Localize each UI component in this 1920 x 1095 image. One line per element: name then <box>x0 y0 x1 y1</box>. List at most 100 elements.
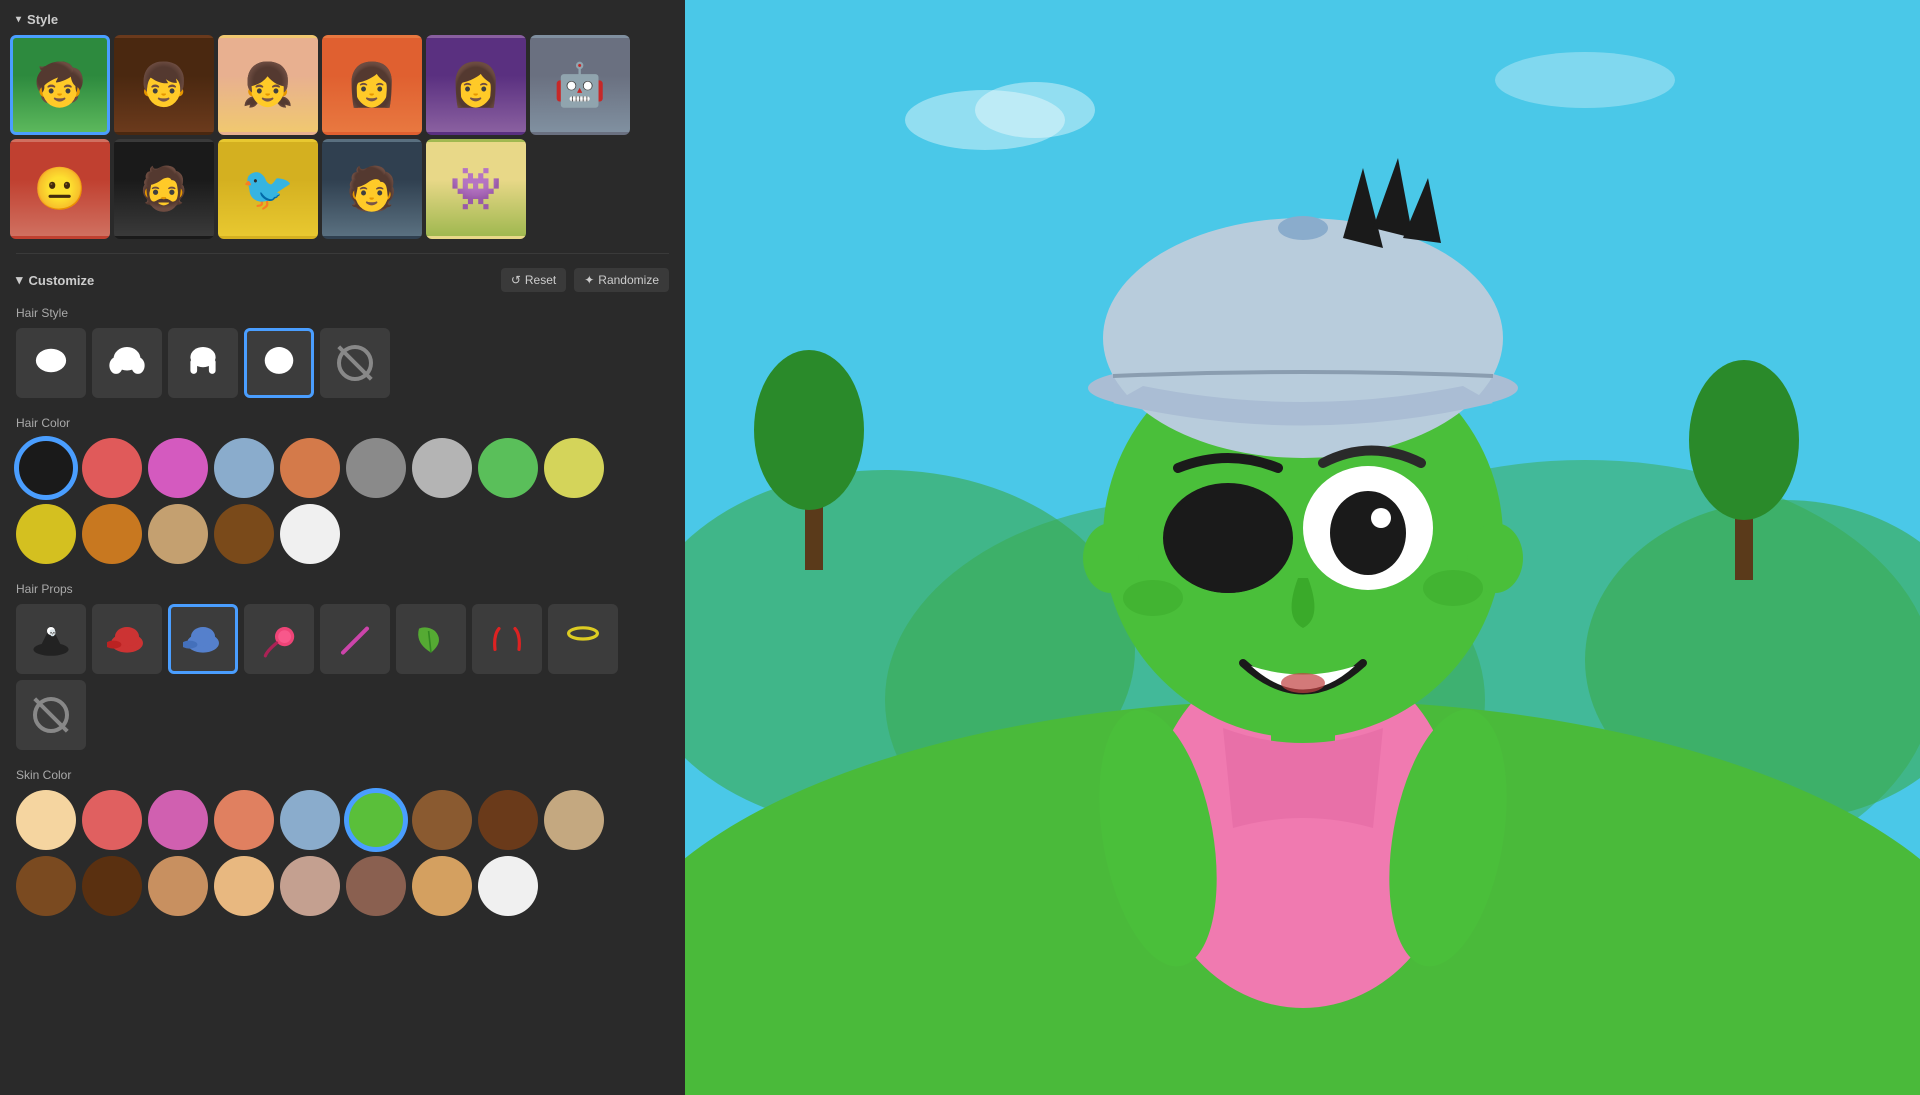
skin-color-14[interactable] <box>280 856 340 916</box>
character-grid: 🧒👦👧👩👩🤖😐🧔🐦🧑👾 <box>0 35 685 249</box>
skin-color-6[interactable] <box>346 790 406 850</box>
hair-color-1[interactable] <box>16 438 76 498</box>
char-thumb-9[interactable]: 🐦 <box>218 139 318 239</box>
style-chevron[interactable]: ▾ <box>16 14 21 25</box>
hair-props-label: Hair Props <box>16 582 669 596</box>
skin-color-12[interactable] <box>148 856 208 916</box>
hair-style-3[interactable] <box>168 328 238 398</box>
char-emoji-5: 👩 <box>429 38 523 132</box>
hair-prop-9[interactable] <box>16 680 86 750</box>
hair-color-section: Hair Color <box>0 410 685 576</box>
hair-style-section: Hair Style <box>0 300 685 410</box>
skin-color-17[interactable] <box>478 856 538 916</box>
char-emoji-8: 🧔 <box>117 142 211 236</box>
reset-button[interactable]: ↺ Reset <box>501 268 566 292</box>
toolbar-buttons: ↺ Reset ✦ Randomize <box>501 268 669 292</box>
style-section-header: ▾ Style <box>0 0 685 35</box>
skin-color-3[interactable] <box>148 790 208 850</box>
skin-color-label: Skin Color <box>16 768 669 782</box>
char-thumb-8[interactable]: 🧔 <box>114 139 214 239</box>
char-thumb-10[interactable]: 🧑 <box>322 139 422 239</box>
hair-color-label: Hair Color <box>16 416 669 430</box>
skin-color-11[interactable] <box>82 856 142 916</box>
hair-color-8[interactable] <box>478 438 538 498</box>
skin-color-4[interactable] <box>214 790 274 850</box>
hair-color-grid <box>16 438 669 564</box>
hair-style-label: Hair Style <box>16 306 669 320</box>
hair-color-13[interactable] <box>214 504 274 564</box>
hair-style-4[interactable] <box>244 328 314 398</box>
customize-chevron[interactable]: ▾ <box>16 272 23 288</box>
left-panel: ▾ Style 🧒👦👧👩👩🤖😐🧔🐦🧑👾 ▾ Customize ↺ Reset … <box>0 0 685 1095</box>
skin-color-10[interactable] <box>16 856 76 916</box>
skin-color-9[interactable] <box>544 790 604 850</box>
hair-color-9[interactable] <box>544 438 604 498</box>
reset-icon: ↺ <box>511 273 521 287</box>
char-emoji-6: 🤖 <box>533 38 627 132</box>
char-thumb-2[interactable]: 👦 <box>114 35 214 135</box>
hair-prop-8[interactable] <box>548 604 618 674</box>
hair-style-5[interactable] <box>320 328 390 398</box>
hair-prop-6[interactable] <box>396 604 466 674</box>
right-panel <box>685 0 1920 1095</box>
hair-prop-4[interactable] <box>244 604 314 674</box>
char-thumb-4[interactable]: 👩 <box>322 35 422 135</box>
hair-prop-3[interactable] <box>168 604 238 674</box>
hair-color-4[interactable] <box>214 438 274 498</box>
hair-style-grid <box>16 328 669 398</box>
hair-prop-1[interactable]: 💀 <box>16 604 86 674</box>
hair-prop-5[interactable] <box>320 604 390 674</box>
hair-prop-2[interactable] <box>92 604 162 674</box>
randomize-icon: ✦ <box>584 273 594 287</box>
hair-prop-7[interactable] <box>472 604 542 674</box>
hair-color-5[interactable] <box>280 438 340 498</box>
customize-title: ▾ Customize <box>16 272 94 288</box>
randomize-button[interactable]: ✦ Randomize <box>574 268 669 292</box>
hair-color-3[interactable] <box>148 438 208 498</box>
char-thumb-1[interactable]: 🧒 <box>10 35 110 135</box>
char-emoji-7: 😐 <box>13 142 107 236</box>
hair-props-section: Hair Props 💀 <box>0 576 685 762</box>
hair-style-2[interactable] <box>92 328 162 398</box>
hair-color-7[interactable] <box>412 438 472 498</box>
customize-label: Customize <box>29 273 95 288</box>
hair-props-grid: 💀 <box>16 604 669 750</box>
char-thumb-11[interactable]: 👾 <box>426 139 526 239</box>
hair-color-10[interactable] <box>16 504 76 564</box>
skin-color-5[interactable] <box>280 790 340 850</box>
char-emoji-1: 🧒 <box>13 38 107 132</box>
hair-color-11[interactable] <box>82 504 142 564</box>
divider-1 <box>16 253 669 254</box>
hair-color-6[interactable] <box>346 438 406 498</box>
skin-color-section: Skin Color <box>0 762 685 928</box>
char-thumb-6[interactable]: 🤖 <box>530 35 630 135</box>
skin-color-8[interactable] <box>478 790 538 850</box>
hair-color-2[interactable] <box>82 438 142 498</box>
char-emoji-10: 🧑 <box>325 142 419 236</box>
skin-color-grid <box>16 790 669 916</box>
style-label: Style <box>27 12 58 27</box>
char-thumb-7[interactable]: 😐 <box>10 139 110 239</box>
char-emoji-3: 👧 <box>221 38 315 132</box>
skin-color-7[interactable] <box>412 790 472 850</box>
skin-color-13[interactable] <box>214 856 274 916</box>
char-emoji-9: 🐦 <box>221 142 315 236</box>
reset-label: Reset <box>525 273 556 287</box>
skin-color-16[interactable] <box>412 856 472 916</box>
hair-style-1[interactable] <box>16 328 86 398</box>
char-emoji-11: 👾 <box>429 142 523 236</box>
skin-color-1[interactable] <box>16 790 76 850</box>
hair-color-12[interactable] <box>148 504 208 564</box>
character-svg <box>928 108 1678 1008</box>
char-thumb-5[interactable]: 👩 <box>426 35 526 135</box>
randomize-label: Randomize <box>598 273 659 287</box>
char-emoji-2: 👦 <box>117 38 211 132</box>
hair-color-14[interactable] <box>280 504 340 564</box>
char-emoji-4: 👩 <box>325 38 419 132</box>
svg-text:💀: 💀 <box>49 629 57 637</box>
char-thumb-3[interactable]: 👧 <box>218 35 318 135</box>
customize-header: ▾ Customize ↺ Reset ✦ Randomize <box>0 258 685 300</box>
character-container <box>685 0 1920 1095</box>
skin-color-2[interactable] <box>82 790 142 850</box>
skin-color-15[interactable] <box>346 856 406 916</box>
